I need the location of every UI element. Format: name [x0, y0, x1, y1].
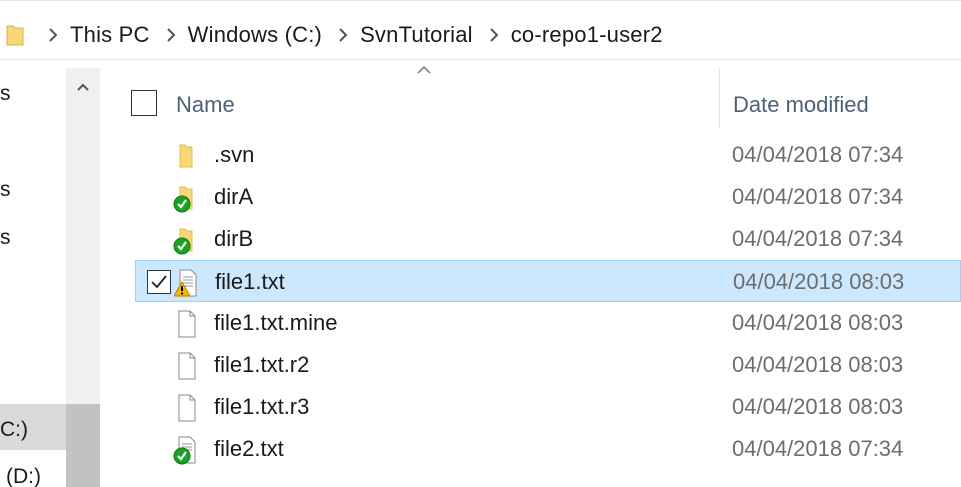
file-name: dirA: [214, 184, 254, 209]
file-row[interactable]: file1.txt.r3 04/04/2018 08:03: [135, 386, 961, 428]
file-row-selected[interactable]: file1.txt 04/04/2018 08:03: [135, 260, 961, 302]
file-row[interactable]: dirB 04/04/2018 07:34: [135, 218, 961, 260]
breadcrumb-item-svntutorial[interactable]: SvnTutorial: [360, 22, 473, 48]
breadcrumb-item-co-repo1-user2[interactable]: co-repo1-user2: [511, 22, 663, 48]
folder-icon: [173, 228, 193, 255]
blank-file-icon: [178, 310, 196, 338]
folder-icon: [6, 25, 24, 46]
file-date: 04/04/2018 08:03: [733, 269, 905, 294]
file-row[interactable]: file1.txt.mine 04/04/2018 08:03: [135, 302, 961, 344]
file-date: 04/04/2018 07:34: [732, 184, 904, 209]
svn-normal-overlay-icon: [173, 195, 191, 213]
file-name: file1.txt.mine: [214, 310, 338, 335]
text-file-icon: [173, 436, 196, 465]
nav-item-label[interactable]: C:): [0, 418, 28, 442]
nav-item-label[interactable]: s: [0, 226, 11, 250]
nav-scrollbar[interactable]: [66, 68, 100, 487]
svn-normal-overlay-icon: [173, 237, 191, 255]
text-file-icon: [174, 269, 197, 297]
blank-file-icon: [178, 394, 196, 422]
row-checkbox-checked[interactable]: [147, 270, 171, 294]
file-name: file1.txt: [215, 269, 285, 294]
file-date: 04/04/2018 07:34: [732, 142, 904, 167]
breadcrumb-item-windows-c[interactable]: Windows (C:): [188, 22, 322, 48]
file-name: dirB: [214, 226, 254, 251]
nav-item-label[interactable]: (D:): [6, 465, 41, 487]
scroll-thumb[interactable]: [66, 404, 100, 487]
chevron-right-icon[interactable]: [164, 19, 178, 51]
column-header-date-modified[interactable]: Date modified: [733, 92, 869, 118]
file-name: file1.txt.r3: [214, 394, 310, 419]
column-header: Name Date modified: [108, 68, 961, 128]
blank-file-icon: [178, 352, 196, 380]
file-list: Name Date modified .svn 04/04/2018 07:34…: [108, 60, 961, 487]
file-name: file1.txt.r2: [214, 352, 310, 377]
file-date: 04/04/2018 07:34: [732, 226, 904, 251]
chevron-right-icon[interactable]: [487, 19, 501, 51]
file-date: 04/04/2018 08:03: [732, 352, 904, 377]
column-header-name[interactable]: Name: [176, 92, 235, 118]
nav-item-label[interactable]: s: [0, 82, 11, 106]
file-name: .svn: [214, 142, 255, 167]
scroll-up-arrow-icon[interactable]: [66, 68, 100, 106]
select-all-checkbox[interactable]: [131, 90, 157, 116]
nav-item-label[interactable]: s: [0, 178, 11, 202]
file-date: 04/04/2018 07:34: [732, 436, 904, 461]
file-name: file2.txt: [214, 436, 284, 461]
file-row[interactable]: dirA 04/04/2018 07:34: [135, 176, 961, 218]
file-date: 04/04/2018 08:03: [732, 310, 904, 335]
folder-icon: [173, 186, 193, 213]
svn-normal-overlay-icon: [173, 447, 191, 465]
column-divider[interactable]: [719, 68, 720, 128]
breadcrumb-item-this-pc[interactable]: This PC: [70, 22, 150, 48]
navigation-pane: s s s C:) (D:): [0, 68, 100, 487]
chevron-right-icon[interactable]: [46, 19, 60, 51]
chevron-right-icon[interactable]: [336, 19, 350, 51]
breadcrumb: This PC Windows (C:) SvnTutorial co-repo…: [46, 19, 677, 51]
file-row[interactable]: file1.txt.r2 04/04/2018 08:03: [135, 344, 961, 386]
address-bar[interactable]: This PC Windows (C:) SvnTutorial co-repo…: [0, 0, 961, 60]
folder-icon: [179, 144, 193, 168]
file-row[interactable]: .svn 04/04/2018 07:34: [135, 134, 961, 176]
file-row[interactable]: file2.txt 04/04/2018 07:34: [135, 428, 961, 470]
file-date: 04/04/2018 08:03: [732, 394, 904, 419]
